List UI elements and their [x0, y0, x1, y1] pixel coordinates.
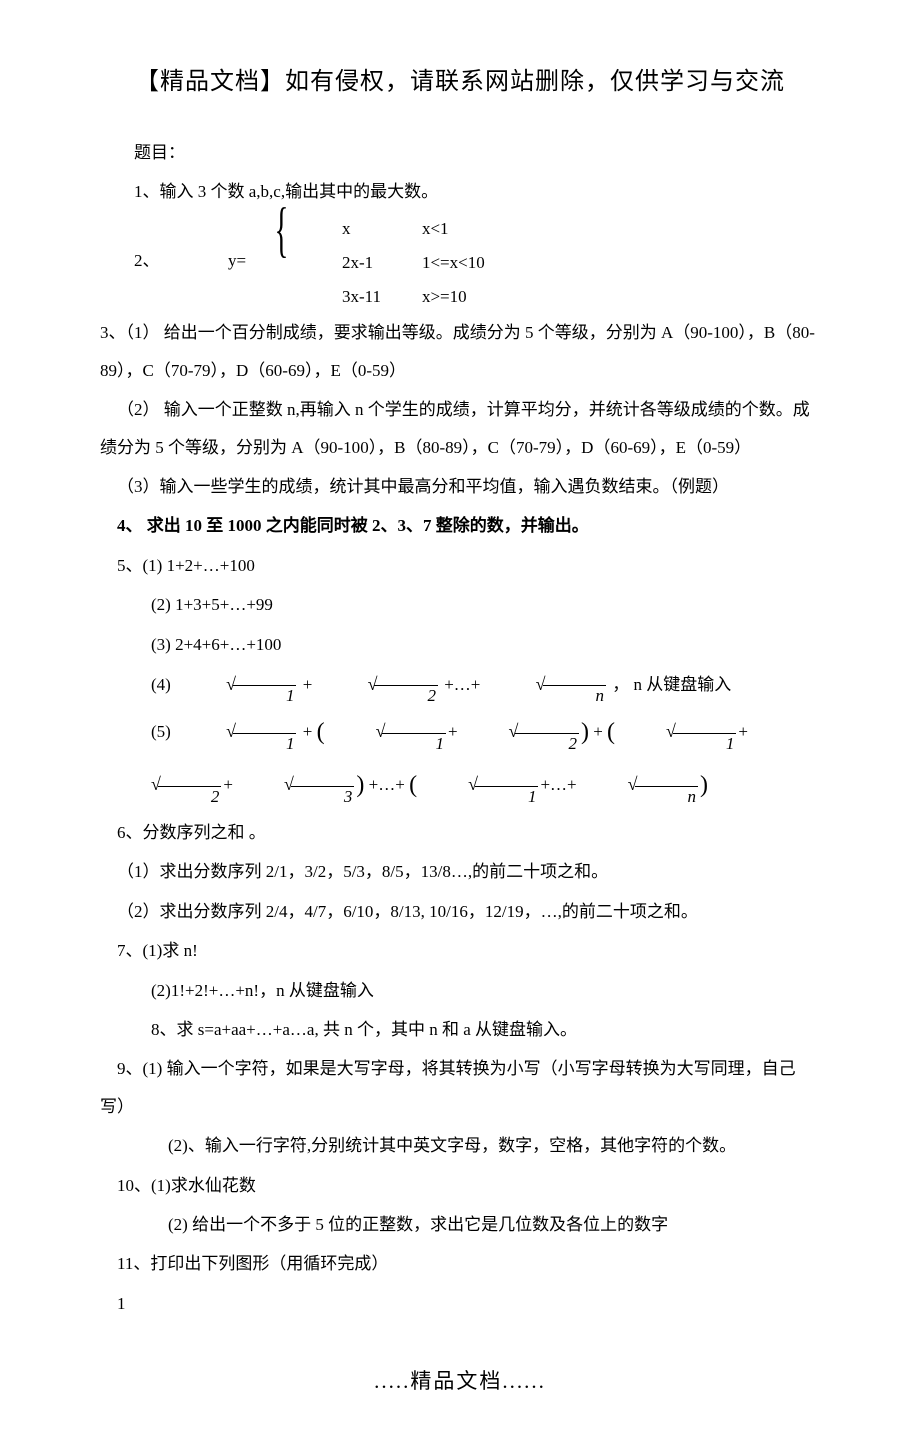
q2-cases: x x<1 2x-1 1<=x<10 3x-11 x>=10 [308, 212, 508, 314]
q5-5-prefix: (5) [151, 722, 175, 741]
section-title: 题目： [100, 134, 820, 171]
q2-yeq: y= [134, 212, 246, 279]
question-10-2: (2) 给出一个不多于 5 位的正整数，求出它是几位数及各位上的数字 [100, 1206, 820, 1243]
question-3-1: 3、（1） 给出一个百分制成绩，要求输出等级。成绩分为 5 个等级，分别为 A（… [100, 314, 820, 389]
question-5-1: 5、(1) 1+2+…+100 [100, 547, 820, 584]
question-1: 1、输入 3 个数 a,b,c,输出其中的最大数。 [100, 173, 820, 210]
question-9-1: 9、(1) 输入一个字符，如果是大写字母，将其转换为小写（小写字母转换为大写同理… [100, 1050, 820, 1125]
question-9-2: (2)、输入一行字符,分别统计其中英文字母，数字，空格，其他字符的个数。 [100, 1127, 820, 1164]
q5-4-suffix: ， n 从键盘输入 [612, 675, 731, 694]
pattern-line-1: 1 [100, 1285, 820, 1322]
case-cond: 1<=x<10 [388, 246, 508, 280]
question-3-3: （3）输入一些学生的成绩，统计其中最高分和平均值，输入遇负数结束。（例题） [100, 468, 820, 505]
question-5-5: (5) √1 + (√1+√2) + (√1+√2+√3) +…+ (√1+…+… [100, 706, 820, 812]
case-cond: x>=10 [388, 280, 508, 314]
question-10-1: 10、(1)求水仙花数 [100, 1167, 820, 1204]
q5-4-prefix: (4) [151, 675, 175, 694]
question-11: 11、打印出下列图形（用循环完成） [100, 1245, 820, 1282]
question-4: 4、 求出 10 至 1000 之内能同时被 2、3、7 整除的数，并输出。 [100, 507, 820, 544]
question-5-4: (4) √1 + √2 +…+ √n ， n 从键盘输入 [100, 665, 820, 705]
case-expr: 3x-11 [308, 280, 388, 314]
q5-4-math: √1 + √2 +…+ √n [175, 675, 612, 694]
document-body: 题目： 1、输入 3 个数 a,b,c,输出其中的最大数。 2、 y= { x … [100, 134, 820, 1323]
case-expr: x [308, 212, 388, 246]
question-6: 6、分数序列之和 。 [100, 814, 820, 851]
case-cond: x<1 [388, 212, 508, 246]
question-6-2: （2）求出分数序列 2/4，4/7，6/10，8/13, 10/16，12/19… [100, 893, 820, 930]
question-5-2: (2) 1+3+5+…+99 [100, 586, 820, 623]
question-8: 8、求 s=a+aa+…+a…a, 共 n 个，其中 n 和 a 从键盘输入。 [100, 1011, 820, 1048]
question-7-1: 7、(1)求 n! [100, 932, 820, 969]
q5-5-math: √1 + (√1+√2) + (√1+√2+√3) +…+ (√1+…+√n) [100, 722, 748, 794]
doc-header: 【精品文档】如有侵权，请联系网站删除，仅供学习与交流 [100, 60, 820, 106]
question-6-1: （1）求出分数序列 2/1，3/2，5/3，8/5，13/8…,的前二十项之和。 [100, 853, 820, 890]
case-expr: 2x-1 [308, 246, 388, 280]
question-5-3: (3) 2+4+6+…+100 [100, 626, 820, 663]
question-2: 2、 y= { x x<1 2x-1 1<=x<10 3x-11 x>=10 [100, 212, 820, 314]
brace-icon: { [258, 203, 289, 258]
question-7-2: (2)1!+2!+…+n!，n 从键盘输入 [100, 972, 820, 1009]
question-3-2: （2） 输入一个正整数 n,再输入 n 个学生的成绩，计算平均分，并统计各等级成… [100, 391, 820, 466]
q2-label: 2、 [100, 212, 134, 279]
footer-text: .....精品文档...... [100, 1362, 820, 1402]
